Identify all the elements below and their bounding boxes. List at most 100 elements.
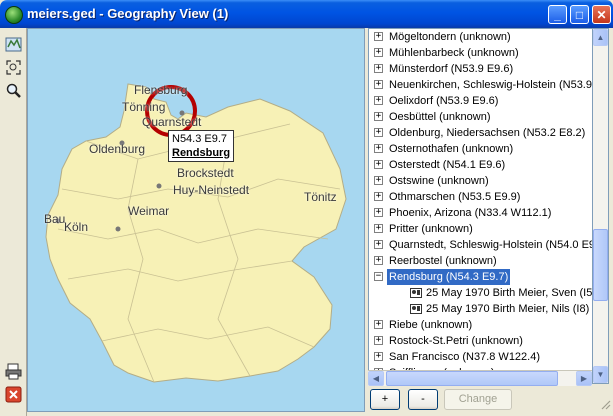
resize-grip-icon[interactable] <box>600 399 611 410</box>
tree-row-label: Osternothafen (unknown) <box>389 143 514 155</box>
expand-icon[interactable]: + <box>374 80 383 89</box>
expand-icon[interactable]: + <box>374 352 383 361</box>
tree-row-label: Pritter (unknown) <box>389 223 473 235</box>
tree-row-label: 25 May 1970 Birth Meier, Nils (I8) <box>426 303 590 315</box>
expand-icon[interactable]: + <box>374 112 383 121</box>
expand-icon[interactable]: + <box>374 224 383 233</box>
expand-icon[interactable]: + <box>374 48 383 57</box>
tree-place-row[interactable]: + Rostock-St.Petri (unknown) <box>369 333 592 349</box>
tree-row-label: Münsterdorf (N53.9 E9.6) <box>389 63 514 75</box>
expand-icon[interactable]: + <box>374 64 383 73</box>
map-label-brockstedt: Brockstedt <box>177 166 234 180</box>
title-bar[interactable]: meiers.ged - Geography View (1) _ □ ✕ <box>0 0 613 28</box>
remove-button[interactable]: - <box>408 389 438 410</box>
tree-row-label: Quarnstedt, Schleswig-Holstein (N54.0 E9 <box>389 239 592 251</box>
add-button[interactable]: + <box>370 389 400 410</box>
tree-row-label: Rostock-St.Petri (unknown) <box>389 335 523 347</box>
map-label-bau: Bau <box>44 212 66 226</box>
tree-place-row[interactable]: + Oldenburg, Niedersachsen (N53.2 E8.2) <box>369 125 592 141</box>
map-label-koeln: Köln <box>64 220 89 234</box>
expand-icon[interactable]: + <box>374 240 383 249</box>
map-label-toenning: Tönning <box>122 100 166 114</box>
tree-place-row[interactable]: + San Francisco (N37.8 W122.4) <box>369 349 592 365</box>
window-title: meiers.ged - Geography View (1) <box>27 6 229 21</box>
tree-row-label: Oelixdorf (N53.9 E9.6) <box>389 95 499 107</box>
tree-row-label: Reerbostel (unknown) <box>389 255 497 267</box>
tree-place-row[interactable]: + Phoenix, Arizona (N33.4 W112.1) <box>369 205 592 221</box>
tree-row-label: Phoenix, Arizona (N33.4 W112.1) <box>389 207 552 219</box>
tree-vertical-scrollbar[interactable]: ▲ ▼ <box>592 28 609 384</box>
tree-row-label: Rendsburg (N54.3 E9.7) <box>387 269 511 285</box>
tree-place-row[interactable]: + Othmarschen (N53.5 E9.9) <box>369 189 592 205</box>
tree-row-label: Neuenkirchen, Schleswig-Holstein (N53.9 <box>389 79 592 91</box>
expand-icon[interactable]: + <box>374 32 383 41</box>
magnifier-icon[interactable] <box>5 82 22 99</box>
expand-icon[interactable]: + <box>374 176 383 185</box>
map-label-oldenburg: Oldenburg <box>89 142 146 156</box>
tree-place-row[interactable]: + Mühlenbarbeck (unknown) <box>369 45 592 61</box>
scroll-right-button[interactable]: ▶ <box>576 371 592 386</box>
zoom-fit-icon[interactable] <box>5 59 22 76</box>
popup-place-name: Rendsburg <box>172 147 231 159</box>
expand-icon[interactable]: + <box>374 192 383 201</box>
map-overview-icon[interactable] <box>5 36 22 53</box>
close-button[interactable]: ✕ <box>592 5 611 24</box>
tree-place-row[interactable]: + Ostswine (unknown) <box>369 173 592 189</box>
tree-place-row[interactable]: − Rendsburg (N54.3 E9.7) <box>369 269 592 285</box>
places-tree[interactable]: + Mögeltondern (unknown) + Mühlenbarbeck (u… <box>368 28 592 384</box>
tree-row-label: Oesbüttel (unknown) <box>389 111 491 123</box>
tree-place-row[interactable]: + Neuenkirchen, Schleswig-Holstein (N53.9 <box>369 77 592 93</box>
left-toolbar <box>0 28 27 416</box>
tree-row-label: Mühlenbarbeck (unknown) <box>389 47 519 59</box>
map-label-huy-neinstedt: Huy-Neinstedt <box>173 183 250 197</box>
tree-row-label: Othmarschen (N53.5 E9.9) <box>389 191 521 203</box>
minimize-button[interactable]: _ <box>548 5 567 24</box>
bottom-button-bar: + - Change <box>368 386 613 412</box>
expand-icon[interactable]: + <box>374 160 383 169</box>
event-person-icon <box>410 288 422 298</box>
popup-coords: N54.3 E9.7 <box>172 133 228 145</box>
tree-place-row[interactable]: + Osternothafen (unknown) <box>369 141 592 157</box>
collapse-icon[interactable]: − <box>374 272 383 281</box>
expand-icon[interactable]: + <box>374 144 383 153</box>
horizontal-scroll-thumb[interactable] <box>386 371 558 386</box>
app-globe-icon <box>5 6 23 24</box>
maximize-button[interactable]: □ <box>570 5 589 24</box>
map-label-toennitz: Tönitz <box>304 190 337 204</box>
expand-icon[interactable]: + <box>374 208 383 217</box>
expand-icon[interactable]: + <box>374 256 383 265</box>
tree-event-row[interactable]: 25 May 1970 Birth Meier, Nils (I8) <box>369 301 592 317</box>
tree-row-label: San Francisco (N37.8 W122.4) <box>389 351 541 363</box>
print-icon[interactable] <box>5 363 22 380</box>
tree-place-row[interactable]: + Münsterdorf (N53.9 E9.6) <box>369 61 592 77</box>
tree-place-row[interactable]: + Pritter (unknown) <box>369 221 592 237</box>
tree-row-label: 25 May 1970 Birth Meier, Sven (I5) <box>426 287 592 299</box>
tree-horizontal-scrollbar[interactable]: ◀ ▶ <box>368 370 592 386</box>
close-view-icon[interactable] <box>5 386 22 403</box>
map-label-weimar: Weimar <box>128 204 170 218</box>
tree-row-label: Osterstedt (N54.1 E9.6) <box>389 159 506 171</box>
scroll-thumb[interactable] <box>593 229 608 301</box>
tree-event-row[interactable]: 25 May 1970 Birth Meier, Sven (I5) <box>369 285 592 301</box>
map-label-flensburg: Flensburg <box>134 83 188 97</box>
geography-map[interactable]: Flensburg Tönning Quarnstedt Oldenburg B… <box>27 28 365 412</box>
tree-place-row[interactable]: + Quarnstedt, Schleswig-Holstein (N54.0 E… <box>369 237 592 253</box>
tree-place-row[interactable]: + Mögeltondern (unknown) <box>369 29 592 45</box>
location-popup: N54.3 E9.7 Rendsburg <box>168 130 234 162</box>
tree-place-row[interactable]: + Reerbostel (unknown) <box>369 253 592 269</box>
change-button[interactable]: Change <box>444 389 512 410</box>
tree-place-row[interactable]: + Riebe (unknown) <box>369 317 592 333</box>
scroll-down-button[interactable]: ▼ <box>593 366 608 383</box>
tree-row-label: Mögeltondern (unknown) <box>389 31 511 43</box>
tree-place-row[interactable]: + Osterstedt (N54.1 E9.6) <box>369 157 592 173</box>
tree-row-label: Ostswine (unknown) <box>389 175 489 187</box>
event-person-icon <box>410 304 422 314</box>
expand-icon[interactable]: + <box>374 336 383 345</box>
scroll-left-button[interactable]: ◀ <box>368 371 384 386</box>
scroll-up-button[interactable]: ▲ <box>593 29 608 46</box>
expand-icon[interactable]: + <box>374 128 383 137</box>
tree-place-row[interactable]: + Oesbüttel (unknown) <box>369 109 592 125</box>
tree-place-row[interactable]: + Oelixdorf (N53.9 E9.6) <box>369 93 592 109</box>
expand-icon[interactable]: + <box>374 320 383 329</box>
expand-icon[interactable]: + <box>374 96 383 105</box>
